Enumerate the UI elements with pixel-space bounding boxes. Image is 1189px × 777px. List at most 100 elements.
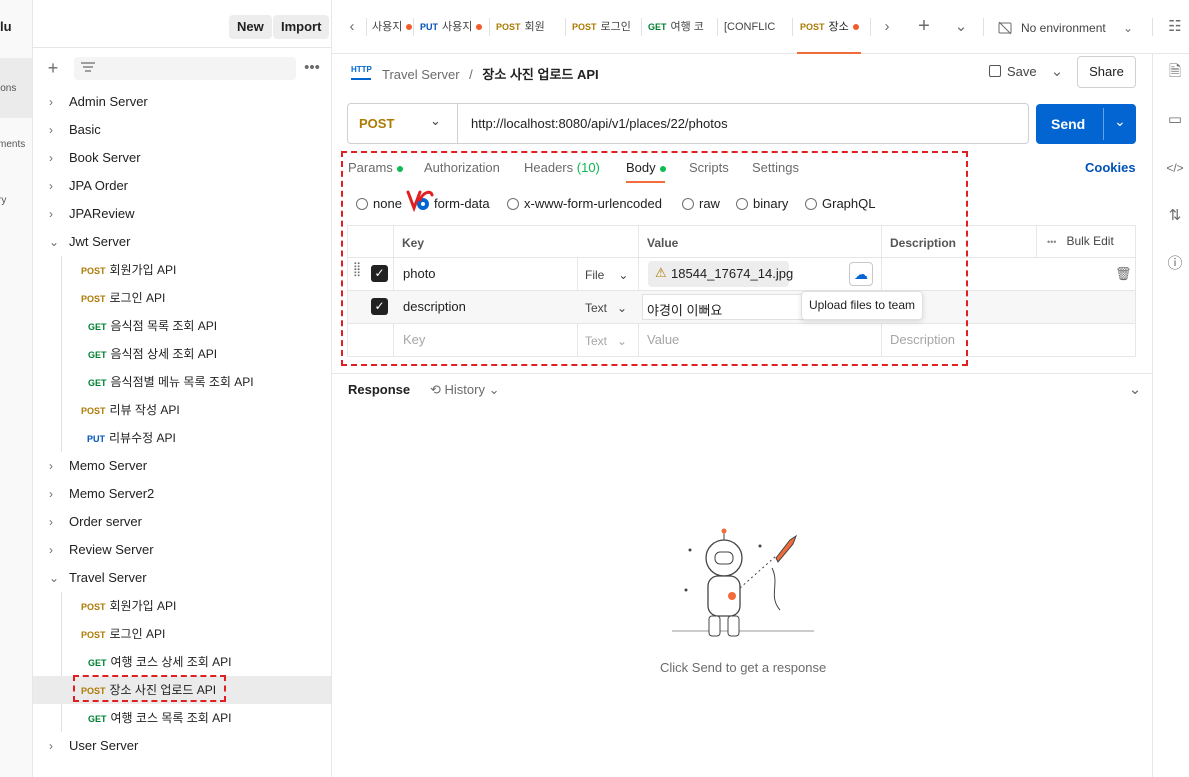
tab-separator xyxy=(870,18,871,36)
import-button[interactable]: Import xyxy=(273,15,330,39)
save-button[interactable]: Save xyxy=(985,59,1041,85)
chevron-right-icon: › xyxy=(49,95,53,109)
collection-basic[interactable]: › Basic xyxy=(33,116,331,144)
unsaved-dot xyxy=(476,24,483,31)
empty-response-text: Click Send to get a response xyxy=(660,660,827,675)
chevron-down-icon: ⌄ xyxy=(1123,21,1134,35)
chevron-down-icon: ⌄ xyxy=(488,382,500,397)
cookies-link[interactable]: Cookies xyxy=(1085,160,1136,175)
method-select[interactable]: POST ⌄ xyxy=(348,104,458,143)
method-badge: GET xyxy=(88,322,107,332)
request-label: 회원가입 API xyxy=(109,263,177,277)
add-icon[interactable]: + xyxy=(44,58,62,78)
request-item[interactable]: POST 로그인 API xyxy=(81,284,379,312)
chevron-right-icon: › xyxy=(49,543,53,557)
tab[interactable]: [CONFLIC xyxy=(724,12,776,42)
related-icon[interactable]: ⇅ xyxy=(1166,206,1184,226)
rail-item-history[interactable]: ry xyxy=(0,195,6,206)
documentation-icon[interactable]: 🗎 xyxy=(1166,62,1184,82)
collection-travel-server[interactable]: ⌄ Travel Server xyxy=(33,564,331,592)
left-rail: lu ions ments ry xyxy=(0,0,33,777)
collection-memo-server2[interactable]: › Memo Server2 xyxy=(33,480,331,508)
chevron-right-icon: › xyxy=(49,179,53,193)
workspace-title: lu xyxy=(0,19,12,34)
share-button[interactable]: Share xyxy=(1077,56,1136,88)
breadcrumb: Travel Server / 장소 사진 업로드 API xyxy=(382,67,599,82)
rail-item-collections[interactable]: ions xyxy=(0,83,16,94)
bulk-edit-button[interactable]: ••• Bulk Edit xyxy=(1047,233,1114,250)
tab-menu-chevron-icon[interactable]: ⌄ xyxy=(952,17,970,37)
rail-item-environments[interactable]: ments xyxy=(0,139,25,150)
tab-separator xyxy=(983,18,984,36)
collection-jpa-order[interactable]: › JPA Order xyxy=(33,172,331,200)
http-icon: HTTP xyxy=(351,64,372,80)
astronaut-illustration-icon xyxy=(672,528,814,637)
more-icon[interactable]: ••• xyxy=(303,58,321,78)
history-icon: ⟲ xyxy=(430,382,441,397)
page-title: 장소 사진 업로드 API xyxy=(482,67,599,82)
highlight-annotation xyxy=(73,675,226,702)
chevron-right-icon: › xyxy=(49,123,53,137)
method-badge: PUT xyxy=(87,434,105,444)
request-item[interactable]: PUT 리뷰수정 API xyxy=(87,424,385,452)
response-title: Response xyxy=(348,382,411,397)
tab[interactable]: GET 여행 코 xyxy=(648,12,704,42)
method-badge: GET xyxy=(88,714,107,724)
collection-memo-server[interactable]: › Memo Server xyxy=(33,452,331,480)
method-badge: POST xyxy=(81,602,106,612)
bulk-edit-icon: ••• xyxy=(1047,237,1057,247)
tab[interactable]: PUT 사용지 xyxy=(420,12,486,42)
tab[interactable]: POST 로그인 xyxy=(572,12,632,42)
collection-admin-server[interactable]: › Admin Server xyxy=(33,88,331,116)
save-options-chevron-icon[interactable]: ⌄ xyxy=(1047,62,1067,82)
send-button[interactable]: Send ⌄ xyxy=(1036,104,1136,144)
request-item[interactable]: POST 로그인 API xyxy=(81,620,379,648)
info-icon[interactable]: ⓘ xyxy=(1166,254,1184,274)
env-quicklook-icon[interactable]: ☷ xyxy=(1166,17,1184,37)
method-badge: POST xyxy=(81,294,106,304)
request-label: 여행 코스 상세 조회 API xyxy=(110,655,232,669)
request-label: 리뷰 작성 API xyxy=(109,403,180,417)
active-tab-indicator xyxy=(797,52,861,54)
chevron-left-icon[interactable]: ‹ xyxy=(344,17,360,37)
chevron-right-icon: › xyxy=(49,487,53,501)
tab[interactable]: POST 회원 xyxy=(496,12,556,42)
code-icon[interactable]: </> xyxy=(1164,158,1186,178)
tab[interactable]: 사용지 xyxy=(372,12,412,42)
request-item[interactable]: POST 회원가입 API xyxy=(81,592,379,620)
breadcrumb-collection[interactable]: Travel Server xyxy=(382,67,460,82)
chevron-right-icon[interactable]: › xyxy=(879,17,895,37)
request-item[interactable]: GET 여행 코스 상세 조회 API xyxy=(88,648,386,676)
tab-active[interactable]: POST 장소 xyxy=(800,12,862,42)
highlight-annotation xyxy=(341,151,968,366)
tab-separator xyxy=(717,18,718,36)
request-item[interactable]: GET 여행 코스 목록 조회 API xyxy=(88,704,386,732)
url-input[interactable]: http://localhost:8080/api/v1/places/22/p… xyxy=(471,116,728,131)
chevron-down-icon: ⌄ xyxy=(49,235,60,249)
send-options-chevron-icon[interactable]: ⌄ xyxy=(1114,113,1126,130)
tree-guide xyxy=(61,256,62,452)
collection-book-server[interactable]: › Book Server xyxy=(33,144,331,172)
collection-jwt-server[interactable]: ⌄ Jwt Server xyxy=(33,228,331,256)
method-badge: POST xyxy=(81,630,106,640)
collection-order-server[interactable]: › Order server xyxy=(33,508,331,536)
delete-icon[interactable]: 🗑 xyxy=(1115,264,1132,284)
collection-review-server[interactable]: › Review Server xyxy=(33,536,331,564)
save-icon xyxy=(989,65,1001,77)
request-label: 음식점 목록 조회 API xyxy=(110,319,218,333)
request-label: 여행 코스 목록 조회 API xyxy=(110,711,232,725)
collection-user-server[interactable]: › User Server xyxy=(33,732,331,760)
tab-separator xyxy=(489,18,490,36)
history-dropdown[interactable]: ⟲ History ⌄ xyxy=(430,382,500,398)
new-button[interactable]: New xyxy=(229,15,272,39)
new-tab-icon[interactable]: + xyxy=(914,16,934,36)
unsaved-dot xyxy=(406,24,412,31)
environment-selector[interactable]: No environment ⌄ xyxy=(997,18,1147,38)
tab-separator xyxy=(1152,18,1153,36)
comments-icon[interactable]: ▭ xyxy=(1166,110,1184,130)
request-item[interactable]: POST 리뷰 작성 API xyxy=(81,396,379,424)
collapse-chevron-icon[interactable]: ⌄ xyxy=(1127,380,1143,400)
collection-jpareview[interactable]: › JPAReview xyxy=(33,200,331,228)
sidebar-search-input[interactable] xyxy=(74,57,296,80)
request-item[interactable]: POST 회원가입 API xyxy=(81,256,379,284)
